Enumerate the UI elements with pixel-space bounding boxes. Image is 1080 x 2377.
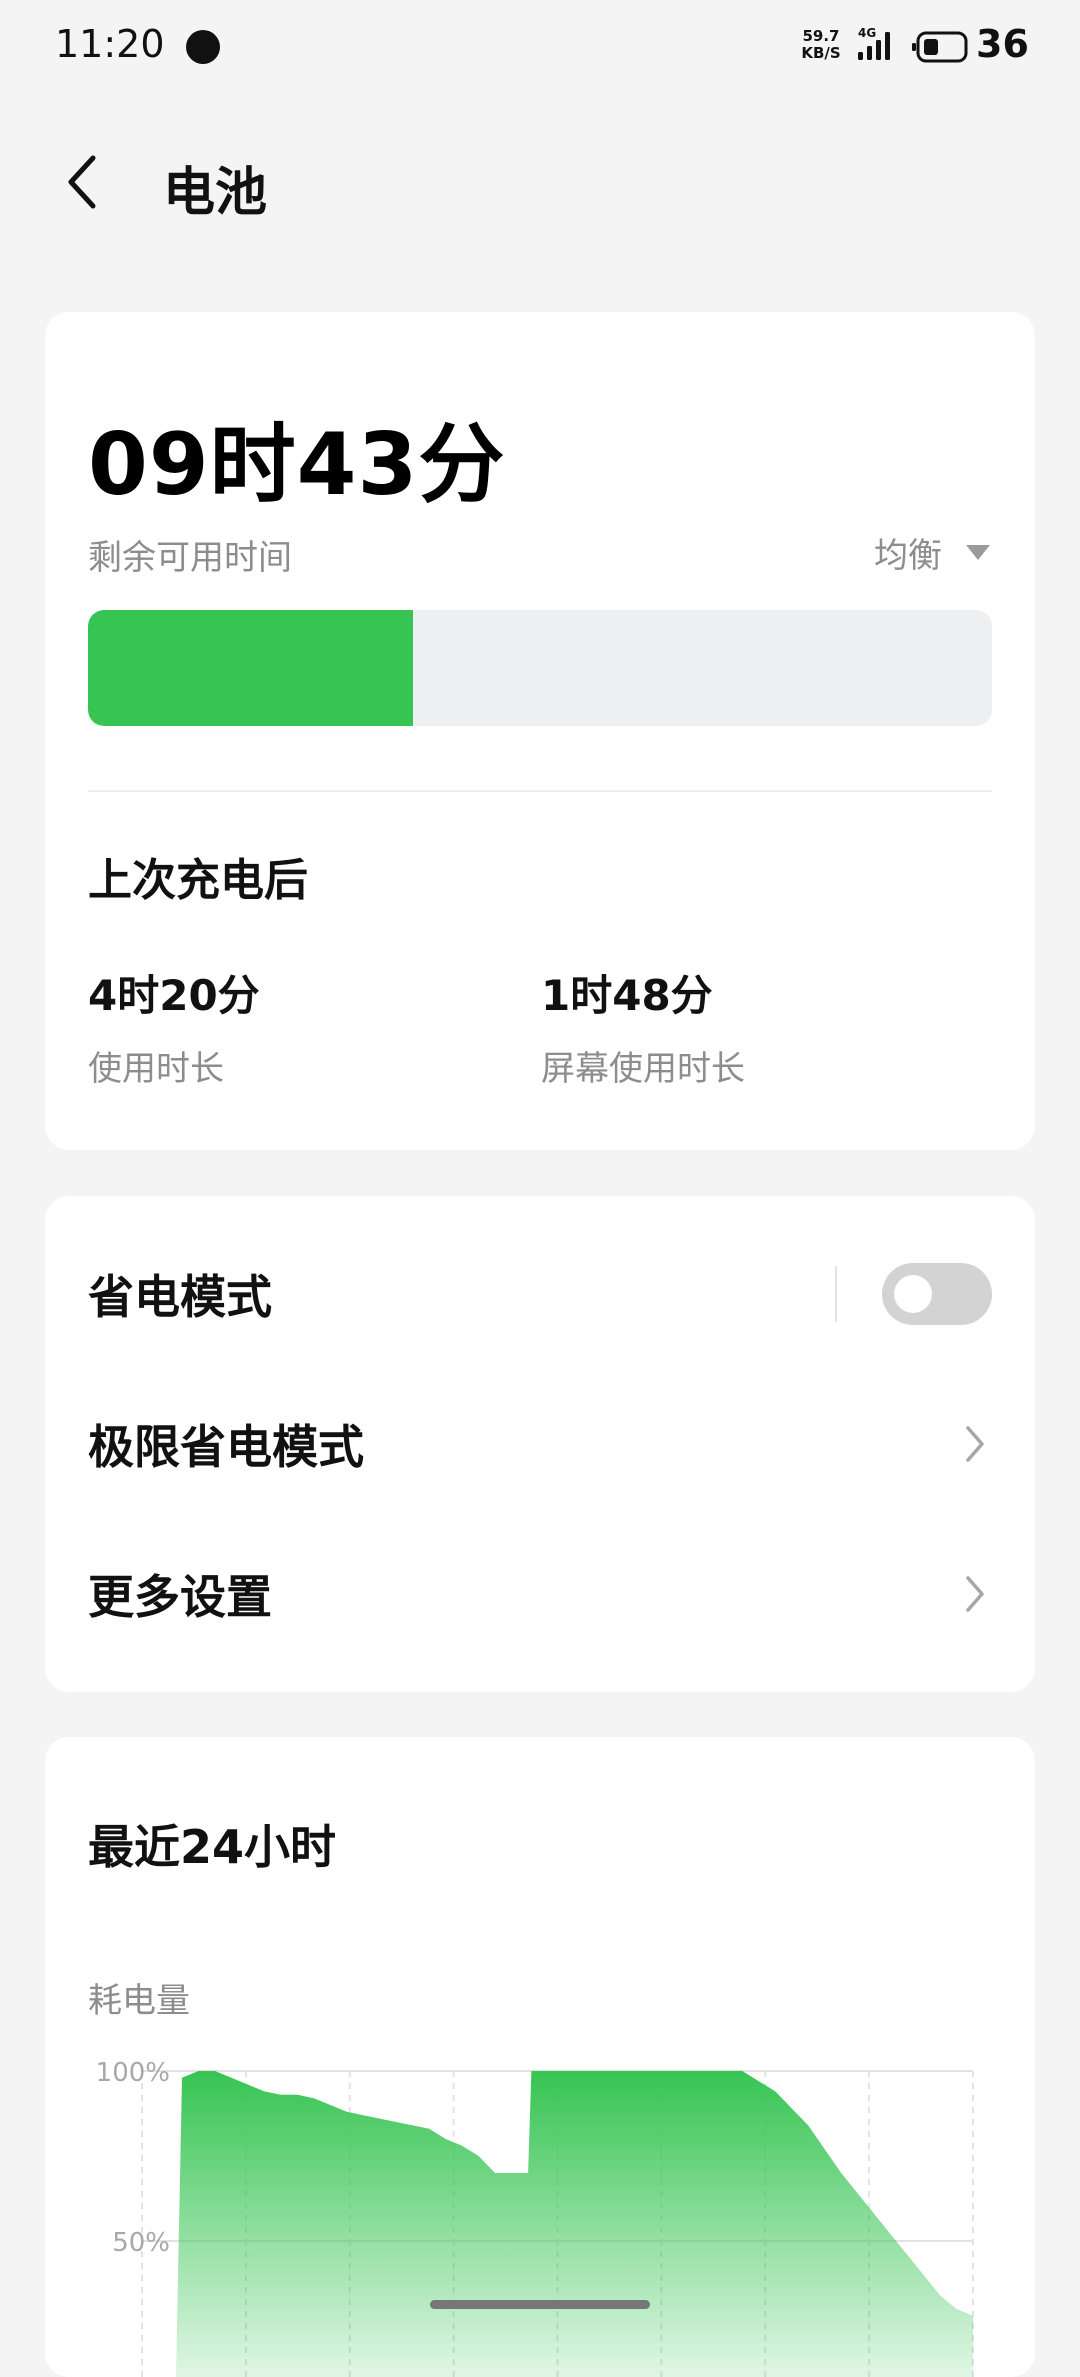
- net-speed: 59.7 KB/S: [798, 28, 844, 62]
- chart-y-tick-label: 50%: [112, 2228, 170, 2258]
- back-button[interactable]: [48, 142, 118, 222]
- screen-time-value: 1时48分: [541, 971, 713, 1020]
- notification-dot-icon: [186, 30, 220, 64]
- power-mode-value: 均衡: [874, 536, 942, 576]
- battery-summary-card: 09时43分 剩余可用时间 均衡 上次充电后 4时20分 使用时长 1时48分 …: [45, 312, 1035, 1150]
- usage-duration-stat: 4时20分 使用时长: [88, 962, 260, 1090]
- net-speed-value: 59.7: [802, 27, 840, 45]
- power-settings-card: 省电模式 极限省电模式 更多设置: [45, 1196, 1035, 1692]
- battery-icon: [912, 31, 972, 67]
- battery-level-fill: [88, 610, 414, 726]
- more-settings-label: 更多设置: [88, 1570, 272, 1624]
- status-time: 11:20: [55, 22, 165, 66]
- power-saving-toggle[interactable]: [882, 1263, 992, 1325]
- remaining-label: 剩余可用时间: [88, 538, 292, 578]
- usage-duration-label: 使用时长: [88, 1049, 224, 1089]
- net-speed-unit: KB/S: [801, 44, 841, 62]
- since-charge-title: 上次充电后: [88, 855, 308, 906]
- screen-time-label: 屏幕使用时长: [541, 1049, 745, 1089]
- ultra-power-saving-label: 极限省电模式: [88, 1420, 364, 1474]
- remaining-time: 09时43分: [88, 415, 506, 515]
- status-bar: 11:20 59.7 KB/S 4G 36: [0, 0, 1080, 94]
- toggle-knob: [894, 1275, 932, 1313]
- more-settings-row[interactable]: 更多设置: [45, 1519, 1035, 1669]
- chevron-right-icon: [955, 1414, 995, 1474]
- page-title: 电池: [163, 163, 268, 223]
- ultra-power-saving-row[interactable]: 极限省电模式: [45, 1369, 1035, 1519]
- screen-time-stat: 1时48分 屏幕使用时长: [541, 962, 745, 1090]
- dropdown-triangle-icon: [966, 545, 990, 560]
- row-separator: [835, 1266, 837, 1322]
- battery-level-area: [176, 2071, 973, 2377]
- power-saving-row[interactable]: 省电模式: [45, 1219, 1035, 1369]
- home-indicator[interactable]: [430, 2300, 650, 2309]
- power-saving-label: 省电模式: [88, 1270, 272, 1324]
- signal-icon: 4G: [856, 26, 898, 62]
- usage-duration-value: 4时20分: [88, 971, 260, 1020]
- battery-level-bar: [88, 610, 992, 726]
- divider: [88, 790, 992, 792]
- chart-y-tick-label: 100%: [96, 2058, 170, 2088]
- chevron-left-icon: [68, 155, 96, 209]
- power-mode-select[interactable]: 均衡: [874, 528, 990, 577]
- battery-level: 36: [976, 22, 1029, 66]
- battery-usage-chart: 100% 50%: [96, 2058, 974, 2377]
- chevron-right-icon: [955, 1564, 995, 1624]
- recent-usage-card: 最近24小时 耗电量 100% 50%: [45, 1737, 1035, 2377]
